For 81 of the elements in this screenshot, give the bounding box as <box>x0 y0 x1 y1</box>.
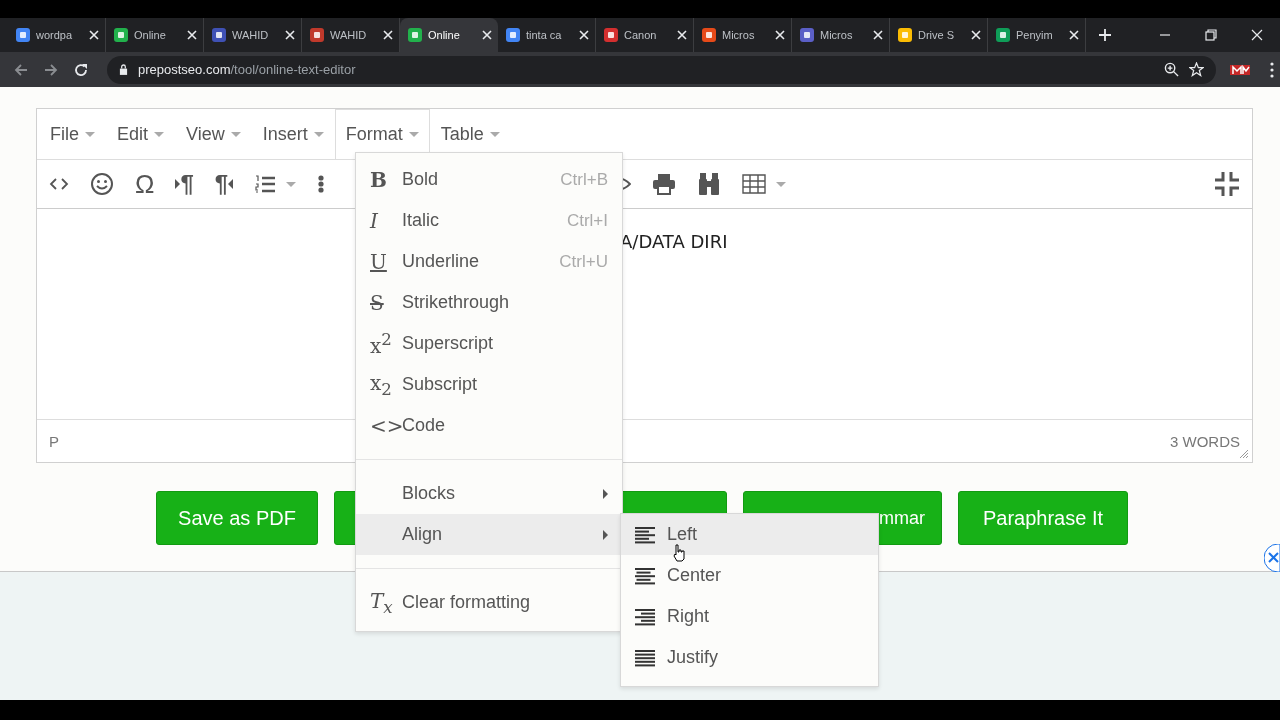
menu-item[interactable]: x$^{2}$ Superscript <box>356 323 622 364</box>
format-glyph: T$_{x}$ <box>370 588 394 617</box>
menu-item[interactable]: View <box>175 109 252 159</box>
favicon-icon <box>309 27 325 43</box>
menu-item[interactable]: B Bold Ctrl+B <box>356 159 622 200</box>
special-character-button[interactable]: Ω <box>135 171 155 197</box>
lock-icon <box>119 64 128 75</box>
star-icon[interactable] <box>1189 62 1204 77</box>
tab-title: WAHID <box>330 29 368 41</box>
format-glyph: S <box>370 290 385 315</box>
tab-title: Micros <box>722 29 756 41</box>
align-icon <box>633 648 655 667</box>
browser-tab[interactable]: Online <box>400 18 498 52</box>
table-button[interactable] <box>742 174 787 194</box>
align-icon <box>633 525 655 544</box>
menu-item[interactable]: <>Code <box>356 405 622 446</box>
menu-item[interactable]: I Italic Ctrl+I <box>356 200 622 241</box>
tab-title: Micros <box>820 29 854 41</box>
tab-title: Drive S <box>918 29 956 41</box>
menu-item[interactable]: U Underline Ctrl+U <box>356 241 622 282</box>
resize-handle-icon[interactable] <box>1239 449 1249 459</box>
back-icon[interactable] <box>13 61 29 78</box>
menu-item[interactable]: Format <box>334 109 430 159</box>
tab-title: Penyim <box>1016 29 1054 41</box>
menu-item[interactable]: Justify <box>621 637 878 678</box>
address-field[interactable]: prepostseo.com/tool/online-text-editor <box>107 55 1216 84</box>
element-path: P <box>49 432 59 450</box>
menu-item[interactable]: Center <box>621 555 878 596</box>
binoculars-icon[interactable] <box>697 172 722 196</box>
smiley-icon[interactable] <box>90 172 114 196</box>
menu-item[interactable]: Left <box>621 514 878 555</box>
format-glyph: x$_{2}$ <box>370 370 393 399</box>
favicon-icon <box>701 27 717 43</box>
right-to-left-button[interactable]: ¶ <box>214 172 234 196</box>
tab-title: Online <box>428 29 461 41</box>
forward-icon[interactable] <box>43 61 59 78</box>
bullet-list-icon[interactable] <box>317 173 326 195</box>
format-glyph: <> <box>370 413 402 438</box>
zoom-icon[interactable] <box>1164 62 1179 77</box>
extension-icon[interactable] <box>1230 62 1250 77</box>
restore-icon[interactable] <box>1205 29 1217 41</box>
format-glyph: U <box>370 249 388 274</box>
tab-title: Canon <box>624 29 658 41</box>
printer-icon[interactable] <box>652 173 677 195</box>
align-icon <box>633 566 655 585</box>
left-to-right-button[interactable]: ¶ <box>175 172 194 196</box>
menu-item[interactable]: S Strikethrough <box>356 282 622 323</box>
favicon-icon <box>897 27 913 43</box>
favicon-icon <box>995 27 1011 43</box>
more-menu-icon[interactable] <box>1270 61 1274 78</box>
menu-item[interactable]: T$_{x}$ Clear formatting <box>356 582 622 623</box>
tab-title: tinta ca <box>526 29 563 41</box>
format-glyph: B <box>370 167 388 192</box>
tab-title: WAHID <box>232 29 270 41</box>
exit-fullscreen-icon[interactable] <box>1214 171 1240 197</box>
format-glyph: x$^{2}$ <box>370 329 393 358</box>
numbered-list-button[interactable] <box>254 173 297 195</box>
menu-item[interactable]: Right <box>621 596 878 637</box>
tab-title: Online <box>134 29 167 41</box>
reload-icon[interactable] <box>73 61 89 78</box>
favicon-icon <box>113 27 129 43</box>
menu-item[interactable]: Table <box>429 109 511 159</box>
format-glyph: I <box>370 208 379 233</box>
tab-title: wordpa <box>36 29 74 41</box>
favicon-icon <box>15 27 31 43</box>
document-text: A/DATA DIRI <box>620 231 728 252</box>
favicon-icon <box>211 27 227 43</box>
menu-item[interactable]: Insert <box>251 109 335 159</box>
menu-item[interactable]: File <box>39 109 106 159</box>
submenu-item[interactable]: Blocks <box>356 473 622 514</box>
favicon-icon <box>603 27 619 43</box>
word-count: 3 WORDS <box>1170 432 1240 450</box>
favicon-icon <box>505 27 521 43</box>
favicon-icon <box>799 27 815 43</box>
hand-cursor-icon <box>673 544 685 562</box>
favicon-icon <box>407 27 423 43</box>
align-icon <box>633 607 655 626</box>
new-tab-icon[interactable] <box>1098 28 1112 42</box>
menu-item[interactable]: Edit <box>106 109 176 159</box>
menu-item[interactable]: x$_{2}$ Subscript <box>356 364 622 405</box>
submenu-item[interactable]: Align <box>356 514 622 555</box>
